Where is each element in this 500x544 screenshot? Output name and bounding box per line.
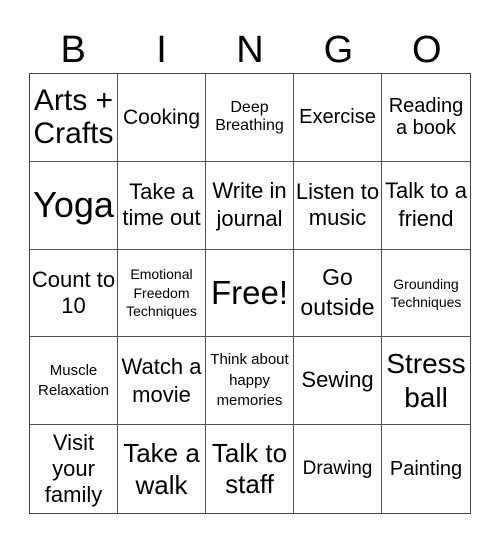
- bingo-cell[interactable]: Emotional Freedom Techniques: [118, 249, 206, 338]
- bingo-cell[interactable]: Write in journal: [206, 161, 294, 250]
- bingo-cell[interactable]: Deep Breathing: [206, 74, 294, 162]
- bingo-board: Arts + Crafts Cooking Deep Breathing Exe…: [29, 73, 471, 514]
- bingo-cell[interactable]: Cooking: [118, 74, 206, 162]
- bingo-cell[interactable]: Talk to staff: [206, 425, 294, 513]
- bingo-header: B I N G O: [29, 28, 471, 72]
- bingo-cell[interactable]: Exercise: [294, 74, 382, 162]
- bingo-cell[interactable]: Reading a book: [382, 74, 470, 162]
- bingo-cell[interactable]: Listen to music: [294, 161, 382, 250]
- bingo-cell[interactable]: Sewing: [294, 337, 382, 426]
- bingo-cell[interactable]: Talk to a friend: [382, 162, 470, 250]
- bingo-cell free-space[interactable]: Free!: [206, 249, 294, 338]
- bingo-cell[interactable]: Painting: [382, 425, 470, 513]
- bingo-cell[interactable]: Grounding Techniques: [382, 250, 470, 338]
- bingo-cell[interactable]: Think about happy memories: [206, 337, 294, 426]
- bingo-cell[interactable]: Go outside: [294, 249, 382, 338]
- bingo-cell[interactable]: Visit your family: [30, 425, 118, 513]
- header-letter-g: G: [323, 29, 354, 71]
- header-letter-b: B: [60, 29, 86, 71]
- header-letter-o: O: [411, 29, 442, 71]
- bingo-cell[interactable]: Count to 10: [30, 249, 118, 338]
- bingo-cell[interactable]: Take a walk: [118, 425, 206, 513]
- bingo-cell[interactable]: Watch a movie: [118, 337, 206, 426]
- bingo-cell[interactable]: Drawing: [294, 425, 382, 513]
- bingo-cell[interactable]: Muscle Relaxation: [30, 337, 118, 426]
- bingo-cell[interactable]: Arts + Crafts: [30, 74, 118, 162]
- header-letter-n: N: [236, 29, 264, 71]
- bingo-cell[interactable]: Take a time out: [118, 161, 206, 250]
- header-letter-i: I: [156, 29, 167, 71]
- bingo-cell[interactable]: Stress ball: [382, 337, 470, 426]
- bingo-cell[interactable]: Yoga: [30, 161, 118, 250]
